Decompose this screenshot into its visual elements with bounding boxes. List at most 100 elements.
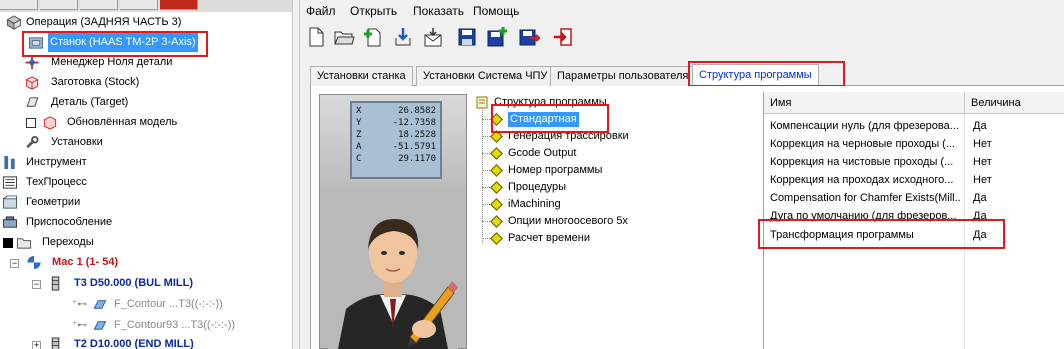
grid-row[interactable]: Компенсации нуль (для фрезерова... Да <box>764 117 1064 136</box>
add-document-icon[interactable] <box>362 26 384 48</box>
save-export-icon[interactable] <box>518 26 540 48</box>
open-folder-icon[interactable] <box>333 26 355 48</box>
menu-show[interactable]: Показать <box>413 4 464 18</box>
left-tab-4[interactable] <box>120 0 158 10</box>
left-tab-5[interactable] <box>160 0 198 10</box>
save-add-icon[interactable] <box>486 26 508 48</box>
mail-icon[interactable] <box>422 26 444 48</box>
tree-item-label: Мас 1 (1- 54) <box>52 256 119 268</box>
dro-value: 26.8582 <box>398 106 436 116</box>
tree-item-label: Заготовка (Stock) <box>51 76 140 88</box>
tree-item-label: F_Contour ...T3((-:-:-)) <box>114 298 223 310</box>
tree-item-operation[interactable]: Операция (ЗАДНЯЯ ЧАСТЬ 3) <box>0 13 290 32</box>
grid-row-value[interactable]: Да <box>973 189 987 208</box>
tree-item-label: Установки <box>51 136 103 148</box>
tab-user-parameters[interactable]: Параметры пользователя <box>550 66 696 86</box>
diamond-icon <box>490 215 503 228</box>
dro-axis: Y <box>356 118 362 128</box>
link-icon: ⁺⊷ <box>72 299 88 310</box>
wrench-icon <box>26 135 39 149</box>
diamond-icon <box>490 198 503 211</box>
settings-tab-strip: Установки станка Установки Система ЧПУ П… <box>310 64 1064 87</box>
menu-help[interactable]: Помощь <box>473 4 519 18</box>
square-marker-icon <box>3 238 13 248</box>
annotation-highlight-standard <box>491 104 609 133</box>
grid-row-name: Compensation for Chamfer Exists(Mill... <box>770 192 960 204</box>
person-with-pencil-image <box>328 191 458 349</box>
diamond-icon <box>490 147 503 160</box>
program-structure-window: Файл Открыть Показать Помощь Установки с… <box>300 0 1064 349</box>
diamond-icon <box>490 232 503 245</box>
contour-icon <box>93 321 107 330</box>
left-panel-tab-strip <box>0 0 292 12</box>
part-icon <box>26 97 39 107</box>
tree-item-label: Переходы <box>42 236 94 248</box>
tree-item-label: F_Contour93 ...T3((-:-:-)) <box>114 319 236 331</box>
link-icon: ⁺⊷ <box>72 320 88 331</box>
expand-icon[interactable]: + <box>32 341 41 349</box>
grid-row[interactable]: Коррекция на чистовые проходы (... Нет <box>764 153 1064 172</box>
grid-row-value[interactable]: Нет <box>973 171 992 190</box>
menu-open[interactable]: Открыть <box>350 4 397 18</box>
grid-row-value[interactable]: Нет <box>973 135 992 154</box>
grid-row[interactable]: Коррекция на проходах исходного... Нет <box>764 171 1064 190</box>
machine-illustration: X 26.8582 Y -12.7358 Z 18.2528 A -51.5791 C 2… <box>319 94 467 349</box>
tree-item-label: Геометрии <box>26 196 81 208</box>
stock-icon <box>25 76 39 90</box>
dro-row-z: Z 18.2528 <box>356 129 436 141</box>
dro-value: -12.7358 <box>392 118 436 128</box>
collapse-icon[interactable]: − <box>10 259 19 268</box>
structure-icon <box>476 96 488 109</box>
dro-row-x: X 26.8582 <box>356 105 436 117</box>
tree-node-label: Процедуры <box>508 181 567 193</box>
tree-item-label: Менеджер Ноля детали <box>51 56 173 68</box>
grid-row-name: Коррекция на чистовые проходы (... <box>770 156 954 168</box>
tree-node-label: Опции многоосевого 5x <box>508 215 628 227</box>
tool-entry-icon <box>51 337 60 349</box>
dro-value: -51.5791 <box>392 142 436 152</box>
dro-row-a: A -51.5791 <box>356 141 436 153</box>
dro-axis: X <box>356 106 362 116</box>
dro-row-c: C 29.1170 <box>356 153 436 165</box>
panel-splitter[interactable] <box>292 0 300 349</box>
tool-icon <box>4 155 15 170</box>
grid-row-name: Коррекция на черновые проходы (... <box>770 138 956 150</box>
tab-content: X 26.8582 Y -12.7358 Z 18.2528 A -51.5791 C 2… <box>310 86 1064 349</box>
tree-item-label: Приспособление <box>26 216 113 228</box>
operation-icon <box>6 15 22 30</box>
tree-connector <box>482 108 483 243</box>
tree-item-label: Обновлённая модель <box>67 116 178 128</box>
tree-item-label: ТехПроцесс <box>26 176 87 188</box>
tree-node-label: iMachining <box>508 198 561 210</box>
exit-icon[interactable] <box>552 26 574 48</box>
column-header-name[interactable]: Имя <box>770 97 791 109</box>
menu-file[interactable]: Файл <box>306 4 336 18</box>
grid-row[interactable]: Compensation for Chamfer Exists(Mill... Д… <box>764 189 1064 208</box>
zero-manager-icon <box>25 55 39 70</box>
download-icon[interactable] <box>392 26 414 48</box>
grid-row[interactable]: Коррекция на черновые проходы (... Нет <box>764 135 1064 154</box>
dro-axis: C <box>356 154 362 164</box>
dro-axis: A <box>356 142 362 152</box>
checkbox-icon[interactable] <box>26 118 36 128</box>
grid-row-value[interactable]: Нет <box>973 153 992 172</box>
column-divider[interactable] <box>964 92 965 114</box>
grid-row-value[interactable]: Да <box>973 117 987 136</box>
fixture-icon <box>2 216 18 228</box>
save-icon[interactable] <box>456 26 478 48</box>
left-tab-1[interactable] <box>0 0 38 10</box>
tab-cnc-settings[interactable]: Установки Система ЧПУ <box>416 66 555 86</box>
left-tab-3[interactable] <box>80 0 118 10</box>
column-header-value[interactable]: Величина <box>971 97 1021 109</box>
collapse-icon[interactable]: − <box>32 280 41 289</box>
tree-node-label: Расчет времени <box>508 232 591 244</box>
left-tab-2[interactable] <box>40 0 78 10</box>
process-icon <box>2 176 18 189</box>
tree-item-label: Операция (ЗАДНЯЯ ЧАСТЬ 3) <box>26 16 182 28</box>
folder-icon <box>16 238 32 249</box>
grid-header: Имя Величина <box>764 92 1064 114</box>
tree-node-label: Gcode Output <box>508 147 577 159</box>
toolbar <box>300 24 1064 52</box>
new-file-icon[interactable] <box>305 26 327 48</box>
tab-machine-settings[interactable]: Установки станка <box>310 66 413 86</box>
